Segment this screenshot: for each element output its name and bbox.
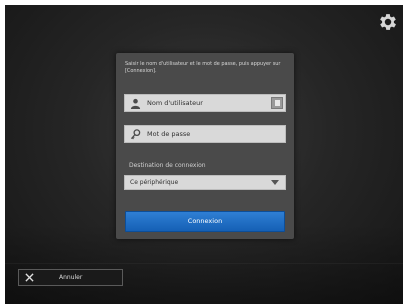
connect-button[interactable]: Connexion <box>125 211 285 232</box>
gear-icon <box>380 14 396 30</box>
keyboard-button[interactable] <box>271 97 283 109</box>
close-icon <box>25 273 34 282</box>
password-field[interactable]: Mot de passe <box>124 125 286 143</box>
key-icon <box>130 129 141 140</box>
login-screen: Saisir le nom d'utilisateur et le mot de… <box>5 5 403 304</box>
login-instruction: Saisir le nom d'utilisateur et le mot de… <box>125 61 281 74</box>
username-placeholder: Nom d'utilisateur <box>147 99 203 107</box>
destination-select[interactable]: Ce périphérique <box>124 175 286 190</box>
cancel-label: Annuler <box>59 274 83 281</box>
login-panel: Saisir le nom d'utilisateur et le mot de… <box>116 53 294 239</box>
password-placeholder: Mot de passe <box>147 130 191 138</box>
user-icon <box>130 98 141 109</box>
footer-divider <box>5 263 403 264</box>
destination-value: Ce périphérique <box>130 179 179 186</box>
destination-label: Destination de connexion <box>129 162 206 169</box>
cancel-button[interactable]: Annuler <box>18 269 123 286</box>
settings-button[interactable] <box>377 11 399 33</box>
username-field[interactable]: Nom d'utilisateur <box>124 94 286 112</box>
chevron-down-icon <box>271 180 279 185</box>
